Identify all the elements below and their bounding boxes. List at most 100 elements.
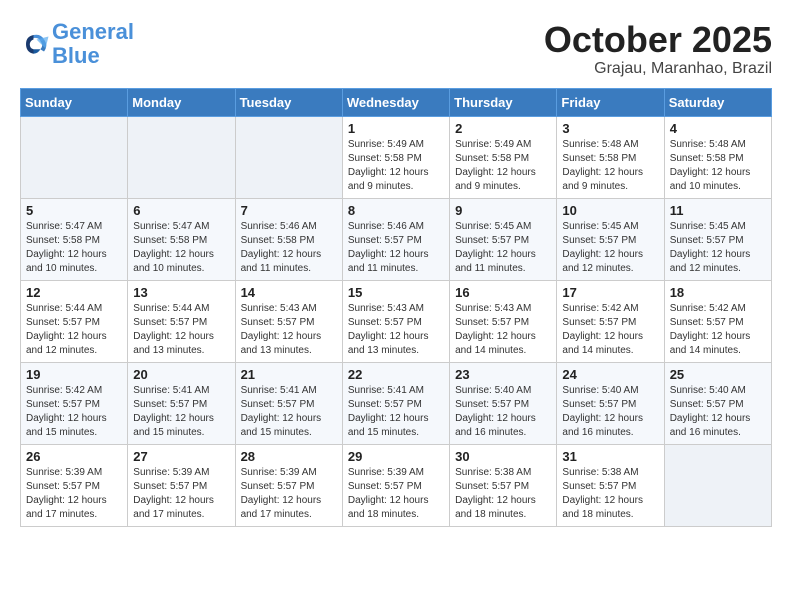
day-info: Sunrise: 5:45 AMSunset: 5:57 PMDaylight:… (670, 220, 766, 276)
day-number: 5 (26, 203, 122, 218)
day-info: Sunrise: 5:48 AMSunset: 5:58 PMDaylight:… (670, 138, 766, 194)
calendar-cell: 30 Sunrise: 5:38 AMSunset: 5:57 PMDayligh… (450, 444, 557, 526)
calendar-cell: 24Sunrise: 5:40 AMSunset: 5:57 PMDayligh… (557, 362, 664, 444)
day-info: Sunrise: 5:48 AMSunset: 5:58 PMDaylight:… (562, 138, 658, 194)
day-number: 4 (670, 121, 766, 136)
day-info: Sunrise: 5:41 AMSunset: 5:57 PMDaylight:… (241, 384, 337, 440)
day-number: 8 (348, 203, 444, 218)
day-info: Sunrise: 5:39 AMSunset: 5:57 PMDaylight:… (133, 466, 229, 522)
day-info: Sunrise: 5:42 AMSunset: 5:57 PMDaylight:… (26, 384, 122, 440)
day-info: Sunrise: 5:39 AMSunset: 5:57 PMDaylight:… (241, 466, 337, 522)
day-info: Sunrise: 5:49 AMSunset: 5:58 PMDaylight:… (348, 138, 444, 194)
calendar-cell: 5 Sunrise: 5:47 AMSunset: 5:58 PMDaylight… (21, 198, 128, 280)
day-number: 10 (562, 203, 658, 218)
day-number: 15 (348, 285, 444, 300)
calendar-week-row: 12Sunrise: 5:44 AMSunset: 5:57 PMDayligh… (21, 280, 772, 362)
day-number: 2 (455, 121, 551, 136)
day-number: 24 (562, 367, 658, 382)
calendar-cell: 18 Sunrise: 5:42 AMSunset: 5:57 PMDayligh… (664, 280, 771, 362)
day-number: 3 (562, 121, 658, 136)
calendar-cell (235, 116, 342, 198)
calendar-cell: 15 Sunrise: 5:43 AMSunset: 5:57 PMDayligh… (342, 280, 449, 362)
day-number: 6 (133, 203, 229, 218)
logo-icon (20, 29, 50, 59)
weekday-header: Friday (557, 88, 664, 116)
calendar-cell: 17 Sunrise: 5:42 AMSunset: 5:57 PMDayligh… (557, 280, 664, 362)
day-number: 7 (241, 203, 337, 218)
day-info: Sunrise: 5:40 AMSunset: 5:57 PMDaylight:… (455, 384, 551, 440)
calendar-cell: 16Sunrise: 5:43 AMSunset: 5:57 PMDayligh… (450, 280, 557, 362)
day-info: Sunrise: 5:38 AMSunset: 5:57 PMDaylight:… (562, 466, 658, 522)
day-number: 1 (348, 121, 444, 136)
day-number: 30 (455, 449, 551, 464)
day-number: 31 (562, 449, 658, 464)
calendar-cell: 21Sunrise: 5:41 AMSunset: 5:57 PMDayligh… (235, 362, 342, 444)
calendar-week-row: 1 Sunrise: 5:49 AMSunset: 5:58 PMDaylight… (21, 116, 772, 198)
logo-blue: Blue (52, 44, 134, 68)
day-number: 23 (455, 367, 551, 382)
day-info: Sunrise: 5:47 AMSunset: 5:58 PMDaylight:… (133, 220, 229, 276)
weekday-header: Tuesday (235, 88, 342, 116)
calendar-cell: 9Sunrise: 5:45 AMSunset: 5:57 PMDaylight… (450, 198, 557, 280)
day-info: Sunrise: 5:46 AMSunset: 5:57 PMDaylight:… (348, 220, 444, 276)
calendar-table: SundayMondayTuesdayWednesdayThursdayFrid… (20, 88, 772, 527)
calendar-cell: 26Sunrise: 5:39 AMSunset: 5:57 PMDayligh… (21, 444, 128, 526)
calendar-cell: 22Sunrise: 5:41 AMSunset: 5:57 PMDayligh… (342, 362, 449, 444)
calendar-week-row: 19 Sunrise: 5:42 AMSunset: 5:57 PMDayligh… (21, 362, 772, 444)
calendar-week-row: 26 Sunrise: 5:39 AMSunset: 5:57 PMDayligh… (21, 444, 772, 526)
day-number: 20 (133, 367, 229, 382)
calendar-cell: 10 Sunrise: 5:45 AMSunset: 5:57 PMDayligh… (557, 198, 664, 280)
day-info: Sunrise: 5:45 AMSunset: 5:57 PMDaylight:… (562, 220, 658, 276)
day-number: 27 (133, 449, 229, 464)
calendar-cell: 7Sunrise: 5:46 AMSunset: 5:58 PMDaylight… (235, 198, 342, 280)
day-number: 19 (26, 367, 122, 382)
day-info: Sunrise: 5:44 AMSunset: 5:57 PMDaylight:… (26, 302, 122, 358)
page-header: General Blue October 2025 Grajau, Maranh… (20, 20, 772, 78)
title-section: October 2025 Grajau, Maranhao, Brazil (544, 20, 772, 78)
calendar-cell: 29Sunrise: 5:39 AMSunset: 5:57 PMDayligh… (342, 444, 449, 526)
day-info: Sunrise: 5:43 AMSunset: 5:57 PMDaylight:… (241, 302, 337, 358)
calendar-cell: 8 Sunrise: 5:46 AMSunset: 5:57 PMDaylight… (342, 198, 449, 280)
day-number: 9 (455, 203, 551, 218)
weekday-header: Saturday (664, 88, 771, 116)
calendar-cell: 2 Sunrise: 5:49 AMSunset: 5:58 PMDaylight… (450, 116, 557, 198)
calendar-cell: 20 Sunrise: 5:41 AMSunset: 5:57 PMDayligh… (128, 362, 235, 444)
logo-general: General (52, 19, 134, 44)
day-info: Sunrise: 5:47 AMSunset: 5:58 PMDaylight:… (26, 220, 122, 276)
weekday-header: Wednesday (342, 88, 449, 116)
day-info: Sunrise: 5:42 AMSunset: 5:57 PMDaylight:… (670, 302, 766, 358)
weekday-header: Sunday (21, 88, 128, 116)
calendar-cell: 11 Sunrise: 5:45 AMSunset: 5:57 PMDayligh… (664, 198, 771, 280)
logo: General Blue (20, 20, 134, 68)
weekday-header: Monday (128, 88, 235, 116)
day-number: 18 (670, 285, 766, 300)
calendar-cell (21, 116, 128, 198)
day-info: Sunrise: 5:41 AMSunset: 5:57 PMDaylight:… (348, 384, 444, 440)
calendar-cell: 3 Sunrise: 5:48 AMSunset: 5:58 PMDaylight… (557, 116, 664, 198)
calendar-cell: 28Sunrise: 5:39 AMSunset: 5:57 PMDayligh… (235, 444, 342, 526)
day-number: 11 (670, 203, 766, 218)
day-number: 17 (562, 285, 658, 300)
calendar-cell: 19 Sunrise: 5:42 AMSunset: 5:57 PMDayligh… (21, 362, 128, 444)
calendar-cell: 31 Sunrise: 5:38 AMSunset: 5:57 PMDayligh… (557, 444, 664, 526)
day-info: Sunrise: 5:40 AMSunset: 5:57 PMDaylight:… (670, 384, 766, 440)
day-info: Sunrise: 5:43 AMSunset: 5:57 PMDaylight:… (348, 302, 444, 358)
calendar-cell (664, 444, 771, 526)
day-info: Sunrise: 5:43 AMSunset: 5:57 PMDaylight:… (455, 302, 551, 358)
day-info: Sunrise: 5:42 AMSunset: 5:57 PMDaylight:… (562, 302, 658, 358)
location-subtitle: Grajau, Maranhao, Brazil (544, 60, 772, 78)
day-number: 26 (26, 449, 122, 464)
calendar-cell: 12Sunrise: 5:44 AMSunset: 5:57 PMDayligh… (21, 280, 128, 362)
weekday-header: Thursday (450, 88, 557, 116)
day-info: Sunrise: 5:49 AMSunset: 5:58 PMDaylight:… (455, 138, 551, 194)
day-number: 14 (241, 285, 337, 300)
calendar-cell: 14 Sunrise: 5:43 AMSunset: 5:57 PMDayligh… (235, 280, 342, 362)
day-info: Sunrise: 5:41 AMSunset: 5:57 PMDaylight:… (133, 384, 229, 440)
calendar-week-row: 5 Sunrise: 5:47 AMSunset: 5:58 PMDaylight… (21, 198, 772, 280)
calendar-cell: 23 Sunrise: 5:40 AMSunset: 5:57 PMDayligh… (450, 362, 557, 444)
calendar-cell: 1 Sunrise: 5:49 AMSunset: 5:58 PMDaylight… (342, 116, 449, 198)
logo-text: General Blue (52, 20, 134, 68)
day-info: Sunrise: 5:44 AMSunset: 5:57 PMDaylight:… (133, 302, 229, 358)
day-info: Sunrise: 5:38 AMSunset: 5:57 PMDaylight:… (455, 466, 551, 522)
calendar-cell: 25Sunrise: 5:40 AMSunset: 5:57 PMDayligh… (664, 362, 771, 444)
